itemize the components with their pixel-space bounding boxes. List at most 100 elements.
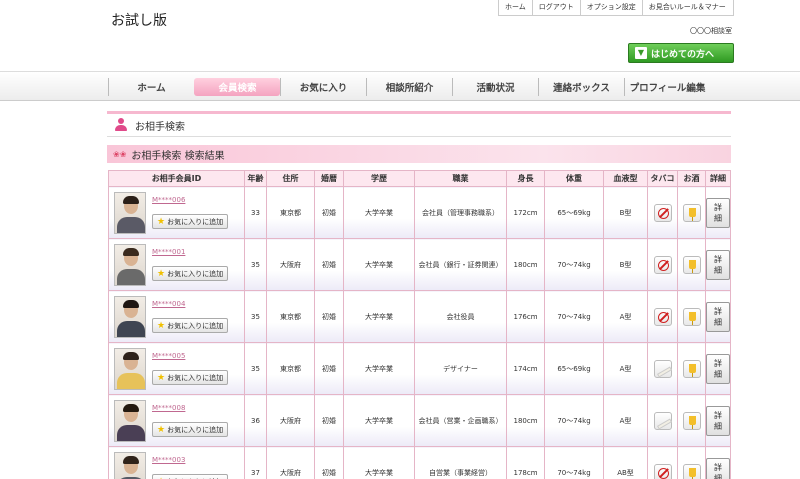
nav-item-member-search[interactable]: 会員検索 xyxy=(194,78,280,96)
member-id-link[interactable]: M****004 xyxy=(152,300,228,308)
main-nav-bar: ホーム 会員検索 お気に入り 相談所紹介 活動状況 連絡ボックス プロフィール編集 xyxy=(0,71,800,101)
beer-icon xyxy=(682,359,701,378)
weight-cell: 65～69kg xyxy=(544,186,604,239)
column-header: 婚暦 xyxy=(314,170,344,187)
detail-button[interactable]: 詳細 xyxy=(706,301,730,332)
add-favorite-button[interactable]: ★ お気に入りに追加 xyxy=(152,474,229,479)
add-favorite-button[interactable]: ★ お気に入りに追加 xyxy=(152,266,229,281)
column-header: 身長 xyxy=(506,170,545,187)
address-cell: 大阪府 xyxy=(266,446,315,479)
height-cell: 176cm xyxy=(506,290,545,343)
nav-item-agency-intro[interactable]: 相談所紹介 xyxy=(366,78,452,96)
smoke-cell xyxy=(647,446,678,479)
member-photo[interactable] xyxy=(114,295,146,338)
drink-cell xyxy=(677,290,706,343)
nav-item-profile-edit[interactable]: プロフィール編集 xyxy=(624,78,710,96)
search-section-header: お相手検索 xyxy=(107,111,731,137)
column-header: 学歴 xyxy=(343,170,415,187)
member-id-link[interactable]: M****006 xyxy=(152,196,228,204)
top-link-options[interactable]: オプション設定 xyxy=(579,0,642,15)
member-photo[interactable] xyxy=(114,243,146,286)
member-id-link[interactable]: M****003 xyxy=(152,456,228,464)
marital-cell: 初婚 xyxy=(314,238,344,291)
no-smoking-icon xyxy=(653,463,672,479)
member-cell: M****008 ★ お気に入りに追加 xyxy=(108,394,245,447)
top-links: ホーム ログアウト オプション設定 お見合いルール＆マナー xyxy=(498,0,734,16)
top-link-home[interactable]: ホーム xyxy=(499,0,532,15)
blood-cell: A型 xyxy=(603,290,648,343)
education-cell: 大学卒業 xyxy=(343,446,415,479)
add-favorite-button[interactable]: ★ お気に入りに追加 xyxy=(152,214,229,229)
member-id-link[interactable]: M****001 xyxy=(152,248,228,256)
education-cell: 大学卒業 xyxy=(343,290,415,343)
first-time-label: はじめての方へ xyxy=(651,49,715,60)
detail-button[interactable]: 詳細 xyxy=(706,457,730,479)
star-icon: ★ xyxy=(157,372,166,383)
add-favorite-label: お気に入りに追加 xyxy=(167,425,224,434)
star-icon: ★ xyxy=(157,268,166,279)
column-header: お酒 xyxy=(677,170,706,187)
add-favorite-button[interactable]: ★ お気に入りに追加 xyxy=(152,370,229,385)
smoke-cell xyxy=(647,238,678,291)
blood-cell: B型 xyxy=(603,238,648,291)
job-cell: 会社役員 xyxy=(414,290,507,343)
top-link-rules[interactable]: お見合いルール＆マナー xyxy=(641,0,732,15)
office-name: 〇〇〇相談室 xyxy=(690,27,732,35)
member-cell: M****001 ★ お気に入りに追加 xyxy=(108,238,245,291)
job-cell: デザイナー xyxy=(414,342,507,395)
education-cell: 大学卒業 xyxy=(343,238,415,291)
height-cell: 178cm xyxy=(506,446,545,479)
weight-cell: 70～74kg xyxy=(544,446,604,479)
detail-button[interactable]: 詳細 xyxy=(706,353,730,384)
add-favorite-button[interactable]: ★ お気に入りに追加 xyxy=(152,318,229,333)
address-cell: 大阪府 xyxy=(266,238,315,291)
table-header-row: お相手会員ID 年齢 住所 婚暦 学歴 職業 身長 体重 血液型 タバコ お酒 詳細 xyxy=(108,170,731,187)
table-row: M****004 ★ お気に入りに追加 35 東京都 初婚 大学卒業 会社役員 … xyxy=(108,290,731,343)
weight-cell: 70～74kg xyxy=(544,238,604,291)
column-header: 住所 xyxy=(266,170,315,187)
column-header: 体重 xyxy=(544,170,604,187)
top-link-logout[interactable]: ログアウト xyxy=(531,0,580,15)
height-cell: 174cm xyxy=(506,342,545,395)
drink-cell xyxy=(677,186,706,239)
detail-button[interactable]: 詳細 xyxy=(706,249,730,280)
detail-button[interactable]: 詳細 xyxy=(706,405,730,436)
flower-dots-icon: ❀❀ xyxy=(113,149,127,159)
nav-item-home[interactable]: ホーム xyxy=(108,78,194,96)
star-icon: ★ xyxy=(157,216,166,227)
member-photo[interactable] xyxy=(114,191,146,234)
nav-item-message-box[interactable]: 連絡ボックス xyxy=(538,78,624,96)
member-photo[interactable] xyxy=(114,399,146,442)
member-photo[interactable] xyxy=(114,347,146,390)
add-favorite-button[interactable]: ★ お気に入りに追加 xyxy=(152,422,229,437)
age-cell: 37 xyxy=(244,446,267,479)
address-cell: 東京都 xyxy=(266,186,315,239)
member-id-link[interactable]: M****005 xyxy=(152,352,228,360)
address-cell: 東京都 xyxy=(266,342,315,395)
age-cell: 36 xyxy=(244,394,267,447)
nav-item-activity[interactable]: 活動状況 xyxy=(452,78,538,96)
nav-item-favorites[interactable]: お気に入り xyxy=(280,78,366,96)
age-cell: 35 xyxy=(244,342,267,395)
beer-icon xyxy=(682,255,701,274)
column-header: 年齢 xyxy=(244,170,267,187)
member-id-link[interactable]: M****008 xyxy=(152,404,228,412)
detail-cell: 詳細 xyxy=(705,446,731,479)
education-cell: 大学卒業 xyxy=(343,394,415,447)
weight-cell: 70～74kg xyxy=(544,290,604,343)
member-cell: M****004 ★ お気に入りに追加 xyxy=(108,290,245,343)
site-title: お試し版 xyxy=(111,13,167,29)
first-time-button[interactable]: ▼ はじめての方へ xyxy=(628,43,734,63)
arrow-down-icon: ▼ xyxy=(635,47,647,59)
add-favorite-label: お気に入りに追加 xyxy=(167,269,224,278)
blood-cell: AB型 xyxy=(603,446,648,479)
detail-cell: 詳細 xyxy=(705,290,731,343)
detail-button[interactable]: 詳細 xyxy=(706,197,730,228)
smoke-cell xyxy=(647,186,678,239)
member-photo[interactable] xyxy=(114,451,146,479)
beer-icon xyxy=(682,463,701,479)
column-header: お相手会員ID xyxy=(108,170,245,187)
smoke-cell xyxy=(647,394,678,447)
education-cell: 大学卒業 xyxy=(343,186,415,239)
address-cell: 東京都 xyxy=(266,290,315,343)
